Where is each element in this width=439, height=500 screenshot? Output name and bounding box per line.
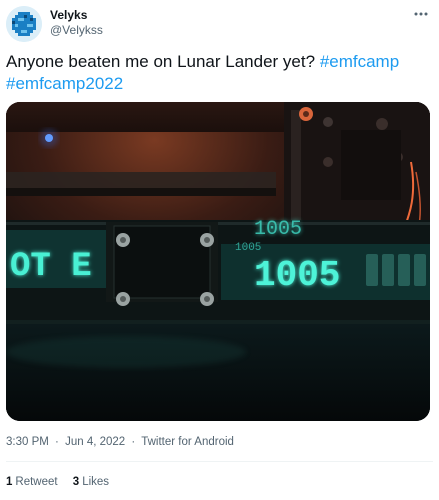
author-handle[interactable]: @Velykss [50,23,103,38]
likes-stat[interactable]: 3 Likes [73,474,109,490]
tweet-header: Velyks @Velykss [6,6,433,42]
tweet-stats: 1 Retweet 3 Likes [6,474,121,490]
divider [6,461,433,462]
reflection-text: 1005 [254,218,302,241]
reflection-small-text: 1005 [235,242,261,254]
tweet-time[interactable]: 3:30 PM [6,436,49,448]
author-names: Velyks @Velykss [50,8,103,38]
tweet-text: Anyone beaten me on Lunar Lander yet? #e… [6,51,426,95]
tweet-body: Anyone beaten me on Lunar Lander yet? [6,52,316,71]
retweets-label: Retweet [15,476,58,488]
retweets-count: 1 [6,476,13,488]
tweet-date[interactable]: Jun 4, 2022 [65,436,125,448]
vfd-display-photo: OT E 1005 1005 1005 [6,102,430,421]
author-display-name[interactable]: Velyks [50,8,103,23]
tweet-source[interactable]: Twitter for Android [141,436,234,448]
tweet-card: Velyks @Velykss Anyone beaten me on Luna… [0,0,439,500]
retweets-stat[interactable]: 1 Retweet [6,474,58,490]
separator: · [131,436,136,448]
tweet-photo[interactable]: OT E 1005 1005 1005 [6,102,430,421]
likes-count: 3 [72,476,80,488]
pixel-planet-avatar[interactable] [6,6,42,42]
right-display-text: 1005 [254,255,340,296]
more-options-icon[interactable] [411,6,431,22]
separator: · [55,436,59,448]
tweet-meta: 3:30 PM · Jun 4, 2022 · Twitter for Andr… [6,434,234,450]
left-display-text: OT E [10,248,92,286]
hashtag-link[interactable]: #emfcamp [320,52,399,71]
likes-label: Likes [82,476,110,488]
hashtag-link[interactable]: #emfcamp2022 [6,74,123,93]
